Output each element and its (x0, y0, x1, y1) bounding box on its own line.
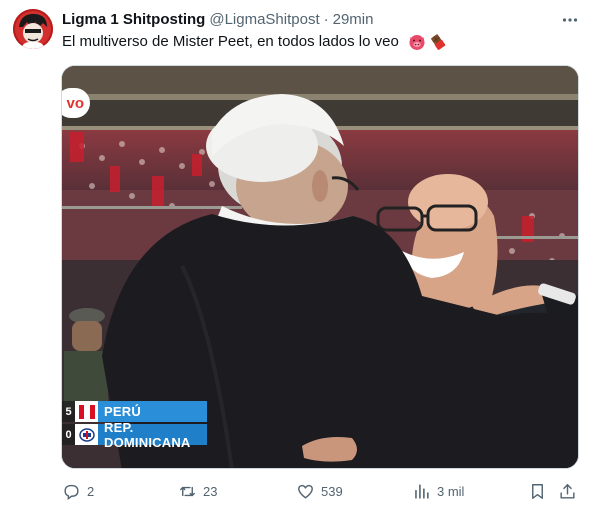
handle[interactable]: @LigmaShitpost (209, 11, 319, 28)
views-button[interactable]: 3 mil (412, 480, 464, 502)
views-count: 3 mil (437, 483, 465, 499)
retweet-button[interactable]: 23 (178, 480, 217, 502)
avatar[interactable] (13, 9, 53, 49)
like-count: 539 (321, 483, 343, 499)
heart-icon (298, 484, 313, 499)
avatar-image (13, 9, 53, 49)
reply-count: 2 (87, 483, 95, 499)
share-button[interactable] (558, 480, 577, 502)
like-button[interactable]: 539 (296, 480, 343, 502)
broadcast-watermark: vo (62, 88, 90, 118)
share-icon (560, 483, 575, 499)
retweet-icon (180, 486, 195, 496)
retweet-count: 23 (203, 483, 218, 499)
tweet[interactable]: Ligma 1 Shitposting @LigmaShitpost · 29m… (0, 0, 594, 511)
tweet-media-image[interactable]: vo 5 PERÚ 0 REP. DOMINICANA (61, 65, 579, 469)
reply-icon (64, 484, 79, 500)
separator: · (323, 10, 329, 28)
tweet-actions-bar: 2 23 539 3 mil (60, 480, 584, 502)
reply-button[interactable]: 2 (62, 480, 94, 502)
dominican-crest-icon (75, 424, 98, 445)
more-options-button[interactable] (556, 8, 584, 32)
scoreboard-row-team2: 0 REP. DOMINICANA (62, 420, 207, 450)
tweet-header: Ligma 1 Shitposting @LigmaShitpost · 29m… (62, 9, 373, 29)
pig-face-emoji (408, 33, 426, 51)
display-name[interactable]: Ligma 1 Shitposting (62, 11, 205, 28)
chocolate-emoji (429, 33, 447, 51)
peru-flag-icon (75, 401, 98, 422)
scoreboard: 5 PERÚ 0 REP. DOMINICANA (62, 401, 222, 450)
team2-name: REP. DOMINICANA (98, 420, 207, 450)
tweet-text-row: El multiverso de Mister Peet, en todos l… (62, 32, 447, 52)
more-icon (562, 18, 578, 22)
bookmark-button[interactable] (528, 480, 547, 502)
views-chart-icon (415, 483, 429, 499)
tweet-text: El multiverso de Mister Peet, en todos l… (62, 33, 399, 50)
bookmark-icon (532, 483, 543, 499)
timestamp[interactable]: 29min (333, 11, 374, 28)
watermark-text: vo (66, 94, 84, 112)
team2-score: 0 (62, 424, 75, 445)
team1-score: 5 (62, 401, 75, 422)
